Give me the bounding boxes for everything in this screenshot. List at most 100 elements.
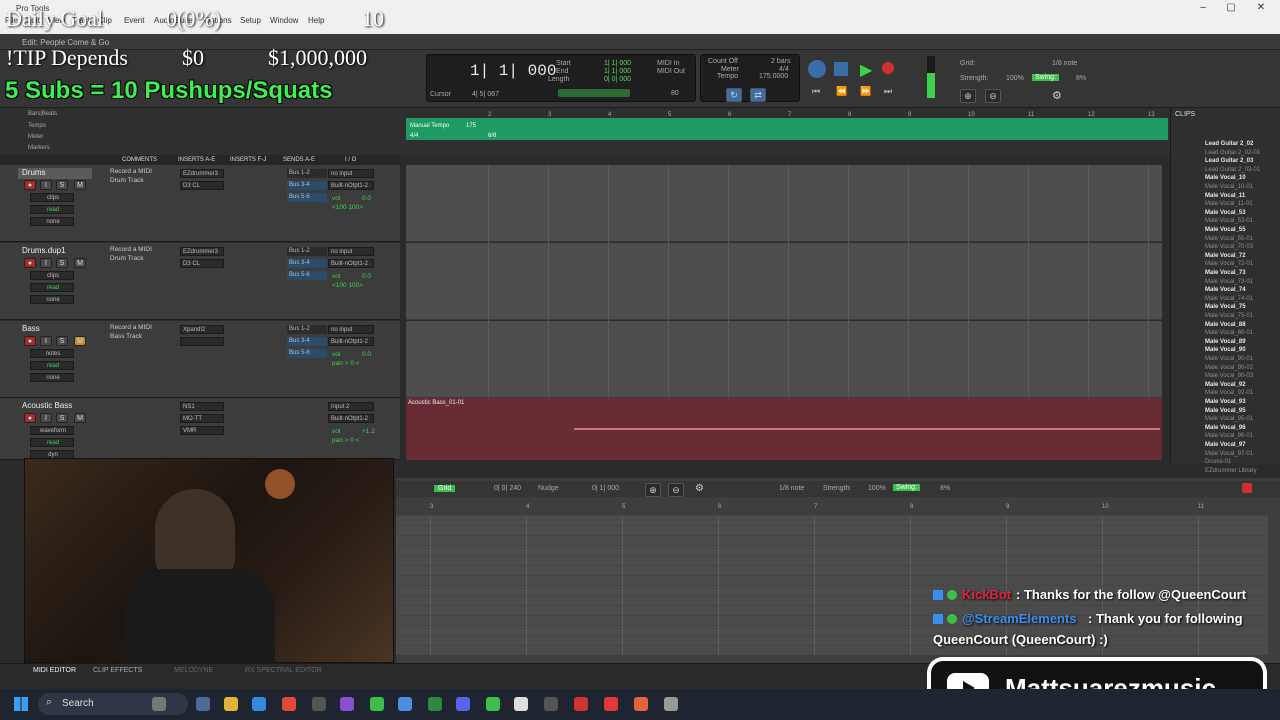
taskbar-app-icon[interactable] (340, 697, 354, 711)
input-monitor-button[interactable]: I (40, 180, 52, 190)
taskbar-app-icon[interactable] (544, 697, 558, 711)
go-to-end-button[interactable]: ⏭ (884, 86, 892, 97)
taskbar-app-icon[interactable] (486, 697, 500, 711)
clip-list-item[interactable]: Male Vocal_74 (1205, 287, 1246, 293)
send-b[interactable]: Bus 3-4 (287, 181, 327, 190)
input-selector[interactable]: no input (328, 169, 374, 178)
velocity-value[interactable]: 80 (671, 90, 679, 97)
bar-number-ruler[interactable]: 2 3 4 5 6 7 8 9 10 11 12 13 (406, 110, 1168, 118)
insert-slot-c[interactable]: VMR (180, 426, 224, 435)
mute-button[interactable]: M (74, 180, 86, 190)
midi-grid-label[interactable]: Grid (434, 485, 456, 492)
swing-label[interactable]: Swing: (1032, 74, 1060, 81)
tab-rx-spectral-editor[interactable]: RX SPECTRAL EDITOR (245, 667, 322, 674)
clip-list-item[interactable]: Male Vocal_74-01 (1205, 296, 1253, 302)
pan-value[interactable]: <100 100> (332, 204, 382, 211)
fast-forward-button[interactable]: ⏩ (860, 86, 871, 97)
clip-list-item[interactable]: Lead Guitar 2_02-01 (1205, 150, 1260, 156)
taskbar-app-icon[interactable] (282, 697, 296, 711)
input-selector[interactable]: no input (328, 247, 374, 256)
swing-value[interactable]: 8% (1076, 75, 1086, 82)
bars-beats-ruler-label[interactable]: Bars|Beats (28, 111, 57, 117)
start-value[interactable]: 1| 1| 000 (604, 60, 631, 67)
midi-note-value[interactable]: 1/8 note (779, 485, 804, 492)
strength-value[interactable]: 100% (1006, 75, 1024, 82)
track-view-selector[interactable]: waveform (30, 426, 74, 435)
taskbar-app-icon[interactable] (604, 697, 618, 711)
tab-midi-editor[interactable]: MIDI EDITOR (33, 667, 76, 674)
track-name[interactable]: Acoustic Bass (18, 401, 92, 412)
menu-window[interactable]: Window (270, 16, 298, 25)
play-button[interactable]: ▶ (860, 60, 872, 80)
volume-value[interactable]: 0.0 (362, 273, 382, 280)
clip-list-item[interactable]: Male Vocal_53 (1205, 210, 1246, 216)
tempo-ruler-strip[interactable] (406, 118, 1168, 140)
send-c[interactable]: Bus 5-6 (287, 271, 327, 280)
input-monitor-button[interactable]: I (40, 336, 52, 346)
input-selector[interactable]: no input (328, 325, 374, 334)
taskbar-app-icon[interactable] (574, 697, 588, 711)
clip-list-item[interactable]: Male Vocal_55-01 (1205, 236, 1253, 242)
clip-list-item[interactable]: Male Vocal_88 (1205, 322, 1246, 328)
rewind-to-start-button[interactable]: ⏮ (812, 86, 820, 97)
group-selector[interactable]: none (30, 217, 74, 226)
taskbar-app-icon[interactable] (196, 697, 210, 711)
insert-slot-a[interactable]: EZdrummer3 (180, 169, 224, 178)
clip-list-item[interactable]: Male Vocal_72-01 (1205, 261, 1253, 267)
input-monitor-button[interactable]: I (40, 258, 52, 268)
send-b[interactable]: Bus 3-4 (287, 337, 327, 346)
mute-button[interactable]: M (74, 336, 86, 346)
clip-list-item[interactable]: Male Vocal_88-01 (1205, 330, 1253, 336)
taskbar-app-icon[interactable] (370, 697, 384, 711)
main-counter[interactable]: 1| 1| 000 (470, 62, 556, 80)
clip-list-item[interactable]: Male Vocal_10-01 (1205, 184, 1253, 190)
output-selector[interactable]: Built-nOtpt1-2 (328, 414, 374, 423)
group-selector[interactable]: none (30, 295, 74, 304)
grid-value[interactable]: 1/8 note (1052, 60, 1077, 67)
drums-dup1-lane[interactable] (406, 243, 1162, 320)
clip-list-item[interactable]: Male Vocal_75 (1205, 304, 1246, 310)
clip-list-item[interactable]: Male Vocal_90 (1205, 347, 1246, 353)
loop-icon[interactable]: ↻ (726, 88, 742, 102)
send-c[interactable]: Bus 5-6 (287, 193, 327, 202)
clip-list-item[interactable]: Male Vocal_11 (1205, 193, 1245, 199)
midi-strength-value[interactable]: 100% (868, 485, 886, 492)
output-selector[interactable]: Built-nOtpt1-2 (328, 181, 374, 190)
insert-slot-a[interactable]: NS1 (180, 402, 224, 411)
clip-list-item[interactable]: EZdrummer Library (1205, 468, 1257, 474)
online-button[interactable] (808, 60, 826, 78)
insert-slot-a[interactable]: Xpand!2 (180, 325, 224, 334)
length-value[interactable]: 0| 0| 000 (604, 76, 631, 83)
midi-zoom-out-icon[interactable]: ⊖ (668, 483, 684, 497)
clip-list-item[interactable]: Drums-01 (1205, 459, 1231, 465)
taskbar-app-icon[interactable] (456, 697, 470, 711)
mute-button[interactable]: M (74, 258, 86, 268)
midi-swing-label[interactable]: Swing: (893, 484, 921, 491)
clip-list-item[interactable]: Male Vocal_95 (1205, 408, 1246, 414)
send-a[interactable]: Bus 1-2 (287, 247, 327, 256)
record-enable-button[interactable]: ● (24, 413, 36, 423)
midi-grid-value[interactable]: 0| 0| 240 (494, 485, 521, 492)
taskbar-app-icon[interactable] (152, 697, 166, 711)
pan-value[interactable]: pan > 0 < (332, 437, 382, 444)
automation-mode[interactable]: read (30, 361, 74, 370)
insert-slot-b[interactable]: D3 CL (180, 181, 224, 190)
tab-melodyne[interactable]: MELODYNE (174, 667, 213, 674)
tempo-ruler-label[interactable]: Tempo (28, 123, 46, 129)
link-icon[interactable]: ⇄ (750, 88, 766, 102)
end-value[interactable]: 1| 1| 000 (604, 68, 631, 75)
mute-button[interactable]: M (74, 413, 86, 423)
count-off-label[interactable]: Count Off (708, 58, 738, 65)
taskbar-app-icon[interactable] (312, 697, 326, 711)
solo-button[interactable]: S (56, 336, 68, 346)
clip-list-item[interactable]: Male Vocal_11-01 (1205, 201, 1253, 207)
volume-value[interactable]: 0.0 (362, 195, 382, 202)
solo-button[interactable]: S (56, 413, 68, 423)
track-name[interactable]: Drums.dup1 (18, 246, 92, 257)
record-button[interactable] (882, 62, 894, 74)
automation-mode[interactable]: read (30, 205, 74, 214)
record-enable-button[interactable]: ● (24, 258, 36, 268)
clip-list-item[interactable]: Lead Guitar 2_03-01 (1205, 167, 1260, 173)
group-selector[interactable]: none (30, 373, 74, 382)
track-view-selector[interactable]: clips (30, 271, 74, 280)
